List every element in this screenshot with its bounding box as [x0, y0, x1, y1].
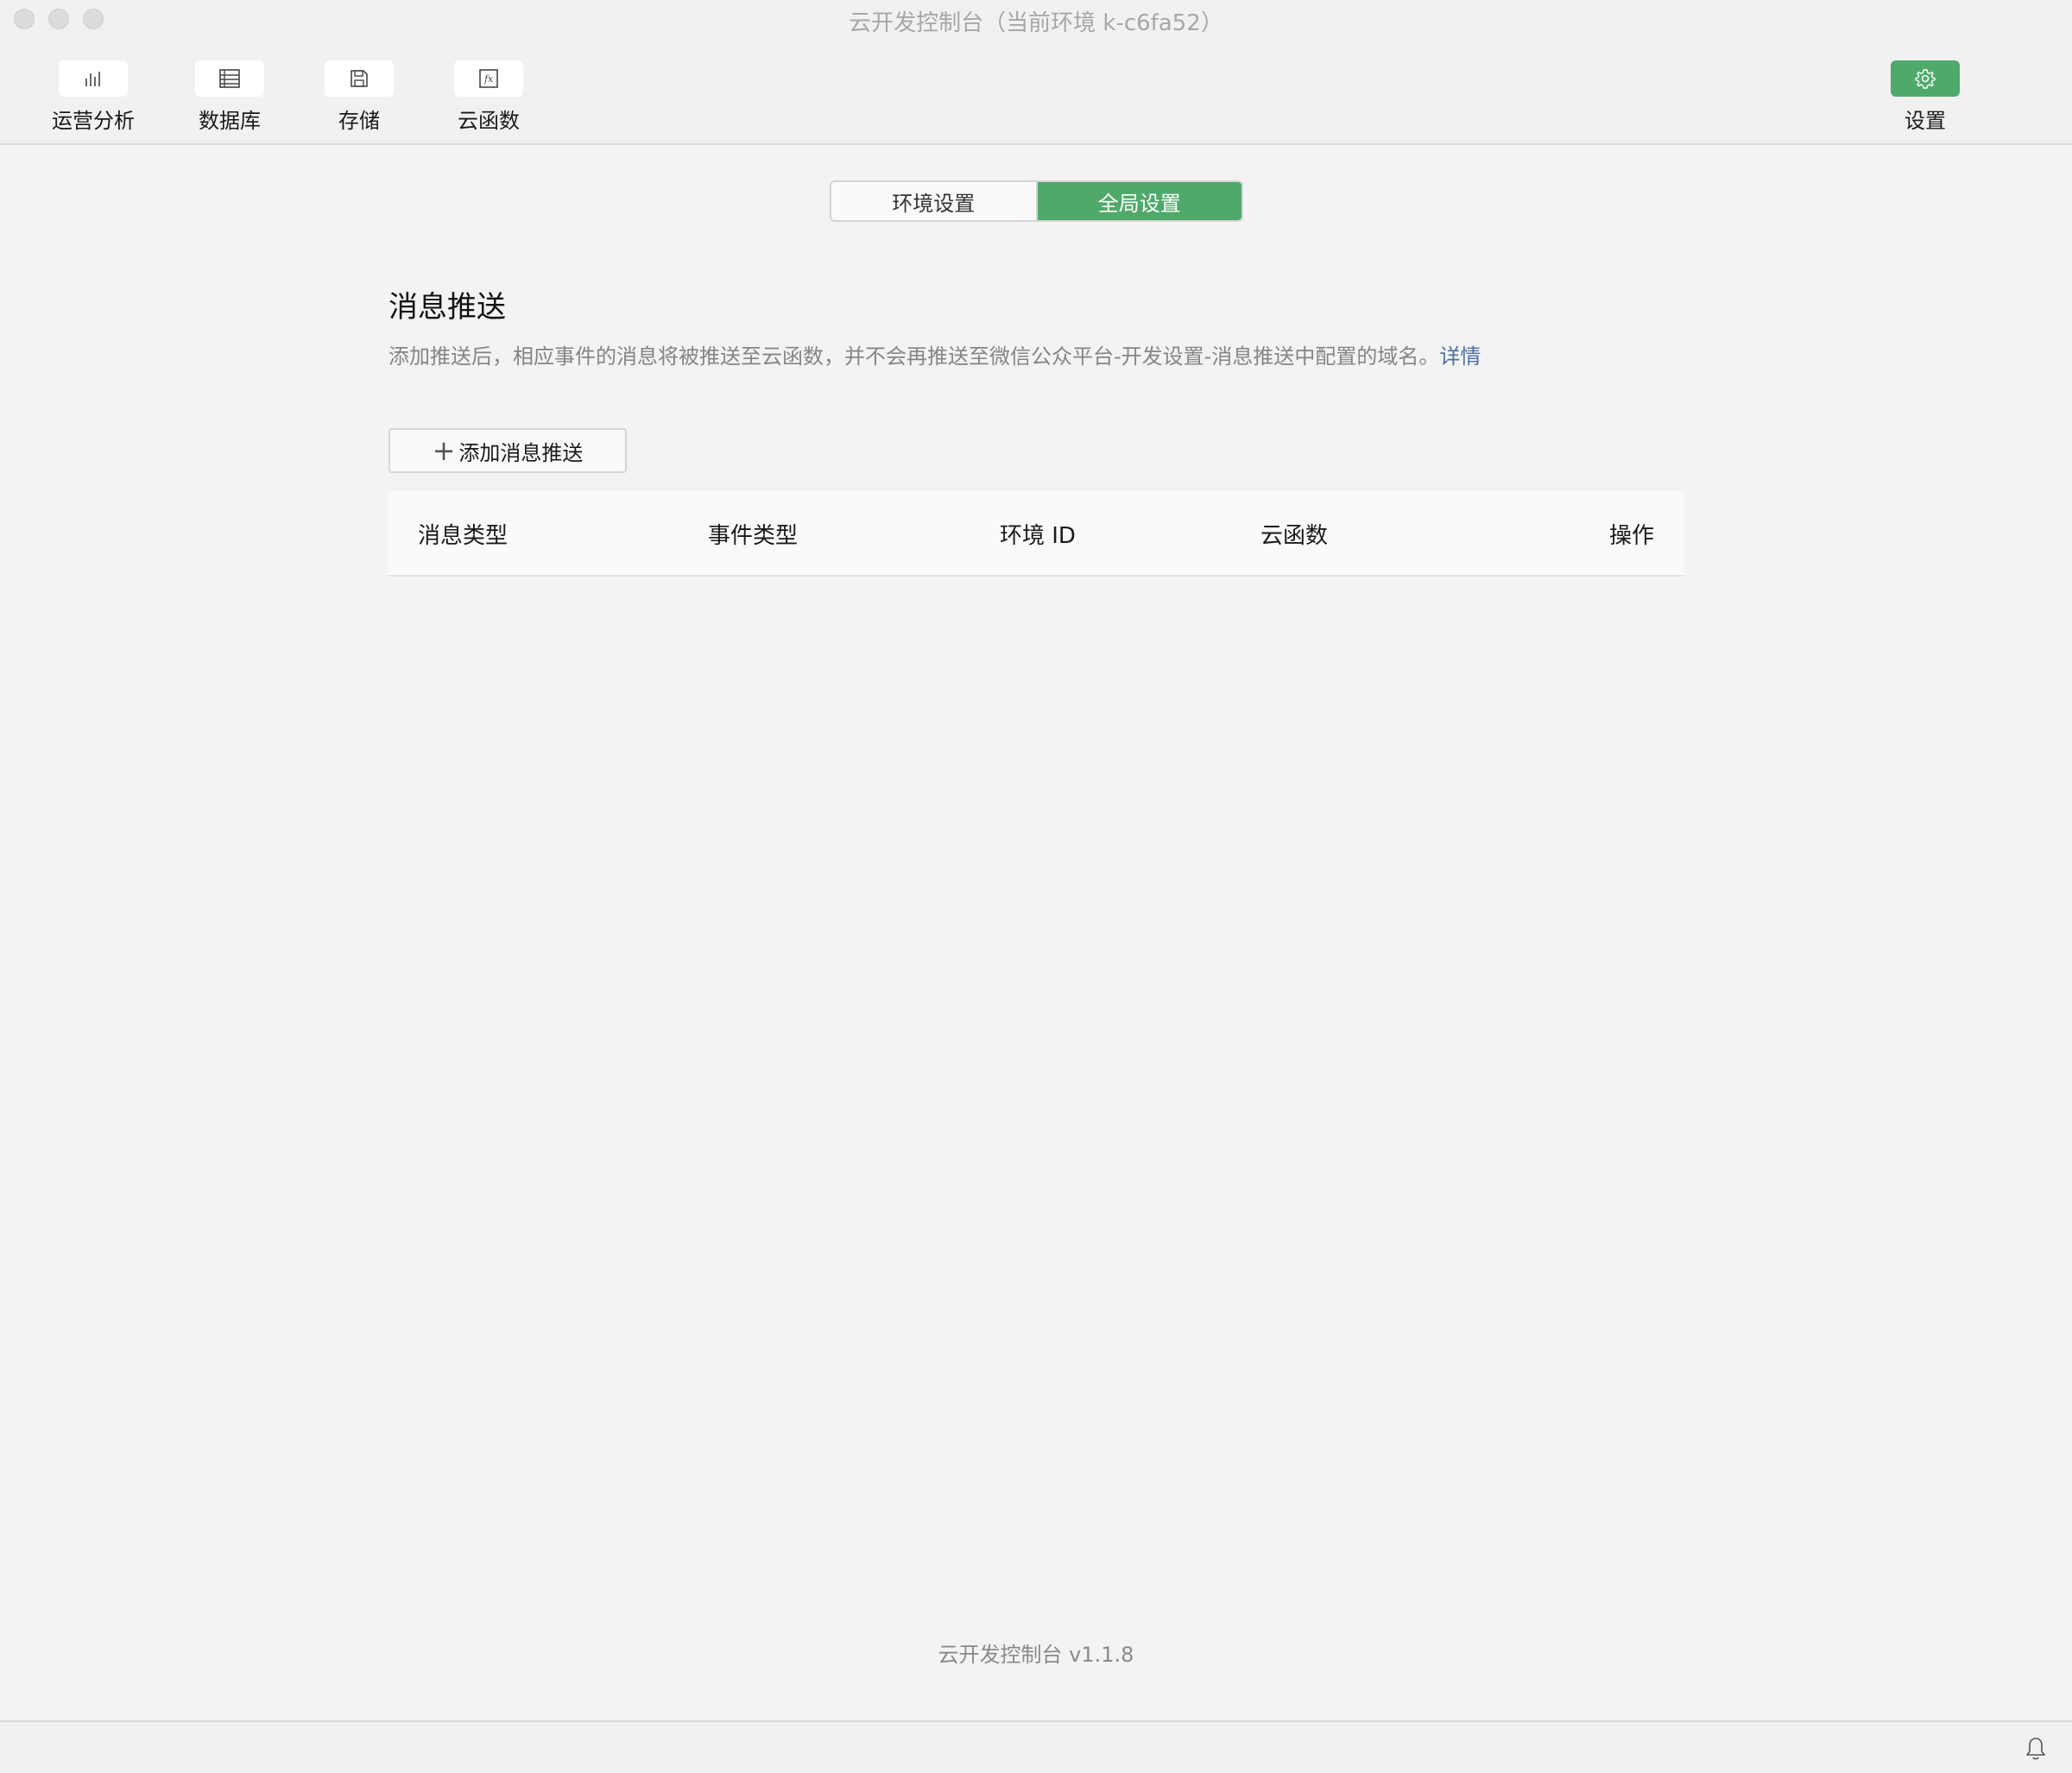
add-message-push-label: 添加消息推送 — [458, 440, 584, 465]
cloud-functions-label: 云函数 — [458, 109, 520, 133]
function-fx-icon: fx — [479, 69, 498, 88]
details-link[interactable]: 详情 — [1439, 344, 1481, 369]
add-message-push-button[interactable]: + 添加消息推送 — [388, 428, 627, 473]
tab-environment-settings[interactable]: 环境设置 — [831, 182, 1036, 220]
storage-label: 存储 — [338, 109, 380, 133]
database-icon — [219, 69, 240, 88]
column-header-message-type: 消息类型 — [418, 523, 509, 549]
toolbar-item-database[interactable]: 数据库 — [195, 60, 264, 134]
column-header-actions: 操作 — [1608, 523, 1654, 549]
version-label: 云开发控制台 v1.1.8 — [938, 1643, 1134, 1667]
analytics-label: 运营分析 — [52, 109, 135, 133]
storage-button[interactable] — [325, 60, 394, 97]
settings-tabs: 环境设置 全局设置 — [830, 180, 1243, 222]
settings-label: 设置 — [1905, 109, 1946, 133]
status-bar — [0, 1720, 2072, 1773]
bell-icon[interactable] — [2024, 1736, 2048, 1762]
database-button[interactable] — [195, 60, 264, 97]
section-description: 添加推送后，相应事件的消息将被推送至云函数，并不会再推送至微信公众平台-开发设置… — [388, 339, 1481, 369]
plus-icon: + — [432, 434, 456, 467]
bar-chart-icon — [85, 72, 100, 86]
cloud-functions-button[interactable]: fx — [454, 60, 523, 97]
window-title: 云开发控制台（当前环境 k-c6fa52） — [849, 10, 1223, 36]
database-label: 数据库 — [199, 109, 261, 133]
settings-button[interactable] — [1891, 60, 1960, 97]
tab-global-settings[interactable]: 全局设置 — [1035, 182, 1241, 220]
column-header-event-type: 事件类型 — [708, 523, 799, 549]
toolbar-item-analytics[interactable]: 运营分析 — [52, 60, 135, 134]
analytics-button[interactable] — [59, 60, 128, 97]
save-disk-icon — [351, 70, 368, 87]
toolbar-item-settings[interactable]: 设置 — [1891, 60, 1960, 134]
svg-text:fx: fx — [483, 73, 494, 85]
toolbar-item-cloud-functions[interactable]: fx 云函数 — [454, 60, 523, 134]
column-header-cloud-function: 云函数 — [1260, 523, 1329, 549]
message-push-table: 消息类型 事件类型 环境 ID 云函数 操作 — [388, 490, 1684, 577]
title-bar: 云开发控制台（当前环境 k-c6fa52） — [0, 0, 2072, 38]
app-window: 云开发控制台（当前环境 k-c6fa52） 运营分析 数据库 存储 fx 云函数… — [0, 0, 2072, 1773]
gear-icon — [1915, 69, 1936, 89]
description-text: 添加推送后，相应事件的消息将被推送至云函数，并不会再推送至微信公众平台-开发设置… — [388, 344, 1440, 369]
toolbar-item-storage[interactable]: 存储 — [325, 60, 394, 134]
section-title: 消息推送 — [388, 290, 506, 325]
column-header-environment-id: 环境 ID — [1000, 523, 1076, 549]
main-toolbar: 运营分析 数据库 存储 fx 云函数 设置 — [0, 38, 2072, 145]
